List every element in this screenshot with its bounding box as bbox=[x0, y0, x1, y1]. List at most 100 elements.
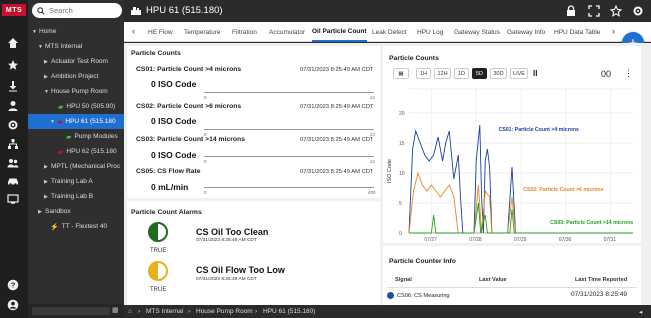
metric-value: 0 mL/min bbox=[151, 182, 189, 192]
metric-timestamp: 07/31/2023 8:25:49 AM CDT bbox=[300, 137, 374, 143]
tree-node-label: Ambition Project bbox=[51, 73, 99, 80]
range-1h-button[interactable]: 1H bbox=[416, 68, 431, 79]
icon-rail: MTS ? bbox=[0, 0, 28, 318]
tab-accumulator[interactable]: Accumulator bbox=[269, 22, 305, 42]
tree-node-pump-modules[interactable]: ▰ Pump Modules bbox=[28, 129, 124, 144]
y-tick-label: 10 bbox=[399, 171, 405, 177]
particle-count-alarms-card: Particle Count Alarms TRUE CS Oil Too Cl… bbox=[127, 201, 380, 305]
settings-icon[interactable] bbox=[6, 118, 20, 132]
breadcrumb-item[interactable]: MTS Internal bbox=[146, 308, 183, 315]
column-header-signal[interactable]: Signal bbox=[395, 277, 412, 283]
column-header-last-time[interactable]: Last Time Reported bbox=[575, 277, 627, 283]
gauge-max: 24 bbox=[370, 95, 376, 100]
account-icon[interactable] bbox=[6, 298, 20, 312]
vehicle-icon[interactable] bbox=[6, 174, 20, 188]
grid-icon[interactable]: ▦ bbox=[112, 306, 119, 314]
monitor-icon[interactable] bbox=[6, 192, 20, 206]
search-box[interactable] bbox=[32, 3, 122, 18]
tab-oil-particle-count[interactable]: Oil Particle Count bbox=[312, 22, 367, 42]
alarm-timestamp: 07/31/2023 8:25:49 AM CDT bbox=[196, 277, 257, 282]
collapse-icon[interactable]: ◂ bbox=[639, 308, 642, 316]
chevron-right-icon[interactable]: ▶ bbox=[44, 59, 51, 65]
tab-he-flow[interactable]: HE Flow bbox=[148, 22, 173, 42]
chevron-down-icon[interactable]: ▼ bbox=[38, 44, 45, 50]
tab-scroll-left-icon[interactable]: ‹ bbox=[132, 26, 135, 36]
tree-node-hpu-50[interactable]: ▰ HPU 50 (505.90) bbox=[28, 99, 124, 114]
metric-value: 0 ISO Code bbox=[151, 150, 197, 160]
hierarchy-icon[interactable] bbox=[6, 36, 20, 50]
gear-icon[interactable] bbox=[632, 5, 644, 17]
fullscreen-icon[interactable] bbox=[588, 5, 600, 17]
y-tick-label: 0 bbox=[399, 231, 402, 237]
tab-temperature[interactable]: Temperature bbox=[184, 22, 221, 42]
download-icon[interactable] bbox=[6, 79, 20, 93]
chevron-right-icon[interactable]: ▶ bbox=[44, 179, 51, 185]
chevron-right-icon[interactable]: ▶ bbox=[44, 164, 51, 170]
range-5d-button[interactable]: 5D bbox=[472, 68, 487, 79]
pause-button[interactable]: II bbox=[533, 69, 537, 78]
chevron-down-icon[interactable]: ▼ bbox=[50, 119, 57, 125]
metric-value: 0 ISO Code bbox=[151, 116, 197, 126]
breadcrumb-item[interactable]: HPU 61 (515.180) bbox=[263, 308, 315, 315]
tree-node-sandbox[interactable]: ▶ Sandbox bbox=[28, 204, 124, 219]
range-1d-button[interactable]: 1D bbox=[454, 68, 469, 79]
chevron-right-icon[interactable]: ▶ bbox=[44, 74, 51, 80]
home-icon[interactable]: ⌂ bbox=[128, 308, 132, 315]
tab-hpu-data-table[interactable]: HPU Data Table bbox=[554, 22, 601, 42]
breadcrumb-item[interactable]: House Pump Room bbox=[196, 308, 253, 315]
more-options-icon[interactable]: ⋮ bbox=[624, 68, 633, 79]
calendar-icon[interactable]: ▦ bbox=[393, 68, 409, 79]
tree-node-mptl[interactable]: ▶ MPTL (Mechanical Proc bbox=[28, 159, 124, 174]
favorite-icon[interactable] bbox=[6, 58, 20, 72]
metric-timestamp: 07/31/2023 8:25:49 AM CDT bbox=[300, 104, 374, 110]
tree-node-label: Actuator Test Room bbox=[51, 58, 108, 65]
team-icon[interactable] bbox=[6, 156, 20, 170]
chevron-down-icon[interactable]: ▼ bbox=[44, 89, 51, 95]
tab-hpu-log[interactable]: HPU Log bbox=[417, 22, 443, 42]
star-icon[interactable] bbox=[610, 5, 622, 17]
tree-node-training-lab-b[interactable]: ▶ Training Lab B bbox=[28, 189, 124, 204]
alarm-name: CS Oil Flow Too Low bbox=[196, 265, 285, 275]
tree-node-label: Training Lab A bbox=[51, 178, 93, 185]
live-counter: 00 bbox=[601, 69, 612, 79]
tab-gateway-info[interactable]: Gateway Info bbox=[507, 22, 545, 42]
user-icon[interactable] bbox=[6, 99, 20, 113]
column-header-last-value[interactable]: Last Value bbox=[479, 277, 507, 283]
chevron-down-icon[interactable]: ▼ bbox=[32, 29, 39, 35]
alarm-indicator bbox=[148, 261, 168, 281]
app-window: MTS ? Search ▼ Home ▼ MTS Internal ▶ Act… bbox=[0, 0, 651, 318]
help-icon[interactable]: ? bbox=[6, 278, 20, 292]
tree-node-mts-internal[interactable]: ▼ MTS Internal bbox=[28, 39, 124, 54]
tab-gateway-status[interactable]: Gateway Status bbox=[454, 22, 500, 42]
search-input[interactable] bbox=[49, 6, 109, 15]
tree-node-label: HPU 50 (505.90) bbox=[66, 103, 116, 110]
range-live-button[interactable]: LIVE bbox=[510, 68, 528, 79]
tree-node-home[interactable]: ▼ Home bbox=[28, 24, 124, 39]
range-30d-button[interactable]: 30D bbox=[490, 68, 507, 79]
metric-label: CS01: Particle Count >4 microns bbox=[136, 66, 242, 73]
search-icon bbox=[37, 6, 45, 15]
tree-node-actuator-test-room[interactable]: ▶ Actuator Test Room bbox=[28, 54, 124, 69]
tab-scroll-right-icon[interactable]: › bbox=[612, 26, 615, 36]
range-12h-button[interactable]: 12H bbox=[434, 68, 451, 79]
tab-filtration[interactable]: Filtration bbox=[232, 22, 257, 42]
card-title: Particle Counts bbox=[131, 50, 181, 57]
tree-node-hpu-61[interactable]: ▼ ▰ HPU 61 (515.180 bbox=[28, 114, 124, 129]
lock-icon[interactable] bbox=[565, 5, 577, 17]
tree-node-house-pump-room[interactable]: ▼ House Pump Room bbox=[28, 84, 124, 99]
x-tick-label: 07/28 bbox=[469, 237, 482, 243]
y-tick-label: 5 bbox=[399, 201, 402, 207]
tab-leak-detect[interactable]: Leak Detect bbox=[372, 22, 407, 42]
tree-node-hpu-62[interactable]: ▰ HPU 62 (515.180 bbox=[28, 144, 124, 159]
chevron-right-icon[interactable]: ▶ bbox=[38, 209, 45, 215]
network-icon[interactable] bbox=[6, 137, 20, 151]
tree-node-tt-flextest[interactable]: ⚡ TT - Flextest 40 bbox=[28, 219, 124, 234]
chevron-right-icon[interactable]: ▶ bbox=[44, 194, 51, 200]
tree-node-ambition-project[interactable]: ▶ Ambition Project bbox=[28, 69, 124, 84]
x-tick-label: 07/29 bbox=[514, 237, 527, 243]
horizontal-scrollbar[interactable] bbox=[32, 307, 110, 315]
tree-node-training-lab-a[interactable]: ▶ Training Lab A bbox=[28, 174, 124, 189]
series-label: CS01: Particle Count >4 microns bbox=[499, 127, 579, 133]
metric-timestamp: 07/31/2023 8:25:49 AM CDT bbox=[300, 169, 374, 175]
y-axis-label: ISO Code bbox=[387, 159, 393, 183]
